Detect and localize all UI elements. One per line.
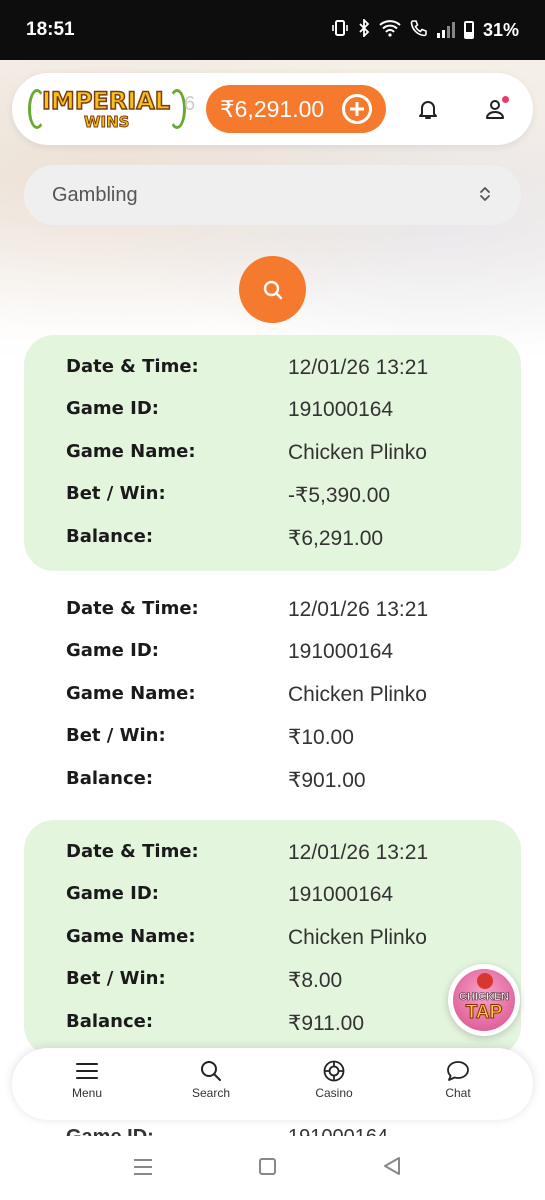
chat-bubble-icon bbox=[447, 1061, 469, 1081]
bottom-navigation: Menu Search Casino Chat bbox=[12, 1048, 533, 1120]
record-row-game-name: Game Name: Chicken Plinko bbox=[66, 926, 506, 956]
record-row-game-id: Game ID: 191000164 bbox=[66, 883, 506, 913]
next-record-peek: Game ID: 191000164 bbox=[66, 1122, 506, 1136]
history-record: Date & Time: 12/01/26 13:21 Game ID: 191… bbox=[24, 335, 521, 571]
battery-icon bbox=[463, 21, 474, 39]
record-row-date: Date & Time: 12/01/26 13:21 bbox=[66, 598, 506, 628]
label: Game Name: bbox=[66, 926, 196, 947]
value: ₹911.00 bbox=[288, 1012, 365, 1035]
wifi-icon bbox=[379, 19, 401, 42]
value: ₹8.00 bbox=[288, 969, 343, 992]
call-icon bbox=[410, 19, 428, 42]
search-icon bbox=[201, 1061, 221, 1081]
label: Balance: bbox=[66, 526, 154, 547]
vibrate-icon bbox=[331, 19, 349, 42]
nav-menu[interactable]: Menu bbox=[47, 1060, 127, 1112]
record-row-bet: Bet / Win: -₹5,390.00 bbox=[66, 483, 506, 513]
record-row-game-id: Game ID: 191000164 bbox=[66, 398, 506, 428]
label: Date & Time: bbox=[66, 598, 199, 619]
record-row-balance: Balance: ₹6,291.00 bbox=[66, 526, 506, 556]
value: 12/01/26 13:21 bbox=[288, 356, 429, 379]
profile-button[interactable] bbox=[473, 87, 517, 131]
signal-icon bbox=[436, 22, 455, 38]
notification-dot bbox=[502, 96, 509, 103]
casino-chip-icon bbox=[323, 1060, 345, 1082]
value: 191000164 bbox=[288, 640, 394, 663]
label: Game ID: bbox=[66, 398, 159, 419]
label: Game ID: bbox=[66, 883, 159, 904]
search-icon bbox=[263, 280, 282, 299]
label: Balance: bbox=[66, 768, 154, 789]
battery-level: 31% bbox=[482, 19, 519, 40]
label: Game Name: bbox=[66, 441, 196, 462]
label: Date & Time: bbox=[66, 841, 199, 862]
label: Game ID: bbox=[66, 1126, 154, 1136]
balance-amount: ₹6,291.00 bbox=[220, 95, 325, 122]
label: Date & Time: bbox=[66, 356, 199, 377]
value: 191000164 bbox=[288, 398, 394, 421]
record-row-bet: Bet / Win: ₹8.00 bbox=[66, 968, 506, 998]
status-icons: 31% bbox=[331, 17, 519, 42]
chicken-tap-promo-button[interactable]: CHICKEN TAP bbox=[448, 964, 520, 1036]
value: Chicken Plinko bbox=[288, 683, 427, 706]
record-row-date: Date & Time: 12/01/26 13:21 bbox=[66, 841, 506, 871]
value: 12/01/26 13:21 bbox=[288, 598, 429, 621]
status-time: 18:51 bbox=[26, 19, 75, 40]
notifications-button[interactable] bbox=[406, 87, 450, 131]
imperial-wins-logo[interactable]: IMPERIAL WINS bbox=[26, 83, 186, 135]
label: Bet / Win: bbox=[66, 483, 166, 504]
category-select[interactable]: Gambling bbox=[24, 165, 521, 225]
nav-chat[interactable]: Chat bbox=[418, 1060, 498, 1112]
value: 191000164 bbox=[288, 1126, 388, 1136]
app-header: IMPERIAL WINS 6 ₹6,291.00 bbox=[12, 73, 533, 145]
record-row-game-name: Game Name: Chicken Plinko bbox=[66, 441, 506, 471]
search-button[interactable] bbox=[239, 256, 306, 323]
label: Bet / Win: bbox=[66, 725, 166, 746]
record-row-game-id: Game ID: 191000164 bbox=[66, 640, 506, 670]
bluetooth-icon bbox=[358, 17, 370, 42]
history-record: Date & Time: 12/01/26 13:21 Game ID: 191… bbox=[24, 820, 521, 1056]
value: Chicken Plinko bbox=[288, 926, 427, 949]
value: 12/01/26 13:21 bbox=[288, 841, 429, 864]
back-icon[interactable] bbox=[383, 1156, 401, 1176]
nav-casino-label: Casino bbox=[315, 1086, 353, 1100]
record-row-game-name: Game Name: Chicken Plinko bbox=[66, 683, 506, 713]
plus-circle-icon bbox=[342, 94, 372, 124]
value: -₹5,390.00 bbox=[288, 484, 391, 507]
hamburger-icon bbox=[76, 1063, 98, 1079]
nav-casino[interactable]: Casino bbox=[294, 1060, 374, 1112]
home-icon[interactable] bbox=[259, 1158, 276, 1175]
record-row-balance: Balance: ₹911.00 bbox=[66, 1011, 506, 1041]
bell-icon bbox=[419, 101, 437, 119]
label: Game ID: bbox=[66, 640, 159, 661]
nav-search[interactable]: Search bbox=[171, 1060, 251, 1112]
logo-line2: WINS bbox=[83, 113, 130, 132]
record-row-date: Date & Time: 12/01/26 13:21 bbox=[66, 356, 506, 386]
nav-search-label: Search bbox=[191, 1086, 231, 1100]
history-record: Date & Time: 12/01/26 13:21 Game ID: 191… bbox=[24, 577, 521, 813]
logo-line1: IMPERIAL bbox=[41, 86, 171, 116]
status-bar: 18:51 31% bbox=[0, 0, 545, 60]
value: ₹901.00 bbox=[288, 769, 366, 792]
value: Chicken Plinko bbox=[288, 441, 427, 464]
record-row-balance: Balance: ₹901.00 bbox=[66, 768, 506, 798]
label: Bet / Win: bbox=[66, 968, 166, 989]
recent-apps-icon[interactable] bbox=[133, 1158, 153, 1176]
balance-deposit-button[interactable]: ₹6,291.00 bbox=[206, 85, 386, 133]
value: 191000164 bbox=[288, 883, 394, 906]
record-row-bet: Bet / Win: ₹10.00 bbox=[66, 725, 506, 755]
chicken-icon bbox=[477, 973, 493, 989]
chevron-up-down-icon bbox=[480, 187, 490, 201]
promo-line2: TAP bbox=[465, 1002, 503, 1024]
nav-menu-label: Menu bbox=[71, 1086, 103, 1100]
value: ₹10.00 bbox=[288, 726, 354, 749]
label: Balance: bbox=[66, 1011, 154, 1032]
nav-chat-label: Chat bbox=[445, 1086, 471, 1100]
value: ₹6,291.00 bbox=[288, 527, 384, 550]
logo-peek-text: 6 bbox=[184, 93, 196, 115]
system-navigation-bar bbox=[0, 1136, 545, 1200]
label: Game Name: bbox=[66, 683, 196, 704]
category-select-value: Gambling bbox=[52, 183, 138, 206]
chicken-tap-badge: CHICKEN TAP bbox=[453, 969, 515, 1031]
